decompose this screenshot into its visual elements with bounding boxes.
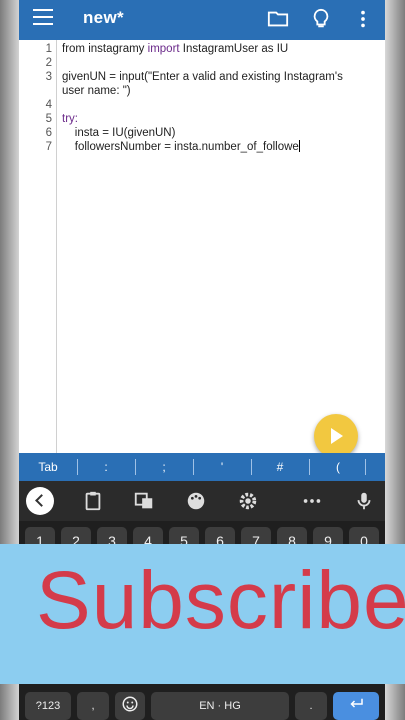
settings-gear-icon[interactable] (237, 490, 259, 512)
code-line-wrap[interactable]: user name: ") (19, 84, 385, 98)
code-line[interactable]: 2 (19, 56, 385, 70)
period-key[interactable]: . (295, 692, 327, 720)
app-bar: new* (19, 0, 385, 40)
comma-key[interactable]: , (77, 692, 109, 720)
folder-icon[interactable] (267, 8, 289, 30)
code-line[interactable]: 4 (19, 98, 385, 112)
file-title: new* (83, 8, 124, 27)
symbols-mode-key[interactable]: ?123 (25, 692, 71, 720)
symbol-key-tab[interactable]: Tab (29, 460, 67, 474)
emoji-icon (122, 696, 138, 712)
keyboard-toolbar (19, 481, 385, 521)
code-line[interactable]: 7 followersNumber = insta.number_of_foll… (19, 140, 385, 154)
palette-icon[interactable] (185, 490, 207, 512)
symbol-key-quote[interactable]: ' (209, 460, 235, 474)
symbol-key-colon[interactable]: : (93, 460, 119, 474)
clipboard-icon[interactable] (82, 490, 104, 512)
space-key[interactable]: EN · HG (151, 692, 289, 720)
symbol-key-semicolon[interactable]: ; (151, 460, 177, 474)
microphone-icon[interactable] (353, 490, 375, 512)
translate-icon[interactable] (133, 490, 155, 512)
subscribe-banner: Subscribe (0, 544, 405, 684)
run-button[interactable] (314, 414, 358, 458)
symbol-key-hash[interactable]: # (267, 460, 293, 474)
enter-arrow-icon (350, 698, 363, 708)
enter-key[interactable] (333, 692, 379, 720)
symbol-bar: Tab : ; ' # ( (19, 453, 385, 481)
code-line[interactable]: 3 givenUN = input("Enter a valid and exi… (19, 70, 385, 84)
emoji-key[interactable] (115, 692, 145, 720)
code-line[interactable]: 5 try: (19, 112, 385, 126)
play-icon (331, 428, 343, 444)
code-line[interactable]: 1 from instagramy import InstagramUser a… (19, 42, 385, 56)
text-caret (298, 140, 300, 152)
more-horiz-icon[interactable] (301, 490, 323, 512)
back-icon[interactable] (26, 487, 54, 515)
code-line[interactable]: 6 insta = IU(givenUN) (19, 126, 385, 140)
more-vert-icon[interactable] (352, 8, 374, 30)
lightbulb-icon[interactable] (310, 8, 332, 30)
menu-icon[interactable] (33, 9, 53, 29)
symbol-key-paren[interactable]: ( (325, 460, 351, 474)
subscribe-text: Subscribe (36, 555, 405, 646)
code-editor[interactable]: 1 from instagramy import InstagramUser a… (19, 40, 385, 453)
